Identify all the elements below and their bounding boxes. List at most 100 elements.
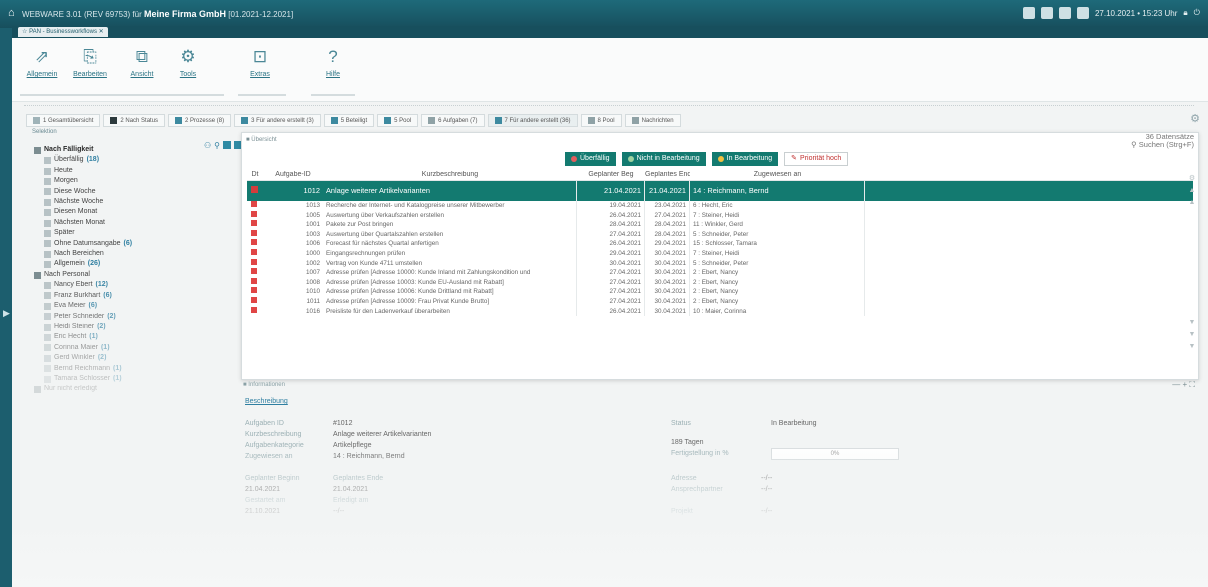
ribbon-tools[interactable]: ⚙ Tools bbox=[166, 46, 210, 78]
value-plan-end: 21.04.2021 bbox=[333, 486, 369, 493]
tree-item[interactable]: Allgemein (26) bbox=[34, 259, 132, 269]
col-end[interactable]: Geplantes End bbox=[645, 171, 690, 180]
expand-arrow-icon[interactable]: ▶ bbox=[3, 308, 10, 319]
folder-icon bbox=[44, 157, 51, 165]
col-id[interactable]: Aufgabe-ID bbox=[263, 171, 323, 180]
tab-icon bbox=[33, 117, 40, 124]
wtab-label: 6 Aufgaben (7) bbox=[438, 117, 478, 124]
wtab-6[interactable]: 5 Pool bbox=[377, 114, 419, 127]
ribbon-allgemein[interactable]: ⇗ Allgemein bbox=[20, 46, 64, 78]
table-row[interactable]: 1003 Auswertung über Quartalszahlen erste… bbox=[247, 229, 1193, 240]
tree-item[interactable]: Überfällig (18) bbox=[34, 155, 132, 165]
tree-item[interactable]: Später bbox=[34, 228, 132, 238]
wtab-5[interactable]: 5 Beteiligt bbox=[323, 114, 375, 127]
phone-icon[interactable] bbox=[1040, 7, 1053, 19]
list-icon[interactable] bbox=[223, 141, 232, 149]
cell-end: 30.04.2021 bbox=[645, 258, 690, 269]
tree-item[interactable]: Ohne Datumsangabe (6) bbox=[34, 239, 132, 249]
ribbon-bearbeiten[interactable]: ⎘ Bearbeiten bbox=[68, 46, 112, 78]
close-icon[interactable]: ✕ bbox=[99, 29, 104, 35]
tree-item[interactable]: Morgen bbox=[34, 176, 132, 186]
col-desc[interactable]: Kurzbeschreibung bbox=[323, 171, 577, 180]
tree-item[interactable]: Nur nicht erledigt bbox=[34, 384, 132, 394]
cell-id: 1012 bbox=[303, 186, 320, 195]
period: [01.2021-12.2021] bbox=[228, 10, 294, 19]
tree-item[interactable]: Peter Schneider (2) bbox=[34, 312, 132, 322]
tree-item[interactable]: Eva Meier (6) bbox=[34, 301, 132, 311]
table-row[interactable]: 1011 Adresse prüfen [Adresse 10009: Frau … bbox=[247, 296, 1193, 307]
tree-item[interactable]: Nancy Ebert (12) bbox=[34, 280, 132, 290]
table-row[interactable]: 1000 Eingangsrechnungen prüfen 29.04.2021 3… bbox=[247, 248, 1193, 259]
wtab-8[interactable]: 7 Für andere erstellt (36) bbox=[487, 114, 578, 127]
lock-icon[interactable]: 🔒︎ bbox=[1183, 8, 1187, 18]
tree-item[interactable]: Diese Woche bbox=[34, 187, 132, 197]
info-tools[interactable]: — + ⛶ bbox=[1172, 380, 1195, 390]
selection-header: Selektion bbox=[32, 129, 57, 135]
tab-pan[interactable]: ☆ PAN - Businessworkflows ✕ bbox=[18, 27, 108, 37]
wtab-2[interactable]: 2 Nach Status bbox=[103, 114, 166, 127]
left-collapse-bar[interactable]: ▶ bbox=[0, 28, 12, 587]
cell-begin: 27.04.2021 bbox=[577, 296, 645, 307]
cell-assigned: 10 : Maier, Corinna bbox=[690, 306, 865, 317]
cell-id: 1007 bbox=[305, 269, 320, 277]
search-link[interactable]: ⚲ Suchen (Strg+F) bbox=[1131, 141, 1194, 149]
table-scrollbar[interactable]: ⚙ ▲ ▲ ▼ ▼ ▼ bbox=[1188, 173, 1196, 373]
chat-icon[interactable] bbox=[1058, 7, 1071, 19]
tree-item[interactable]: Nächste Woche bbox=[34, 197, 132, 207]
search-icon: ⚲ bbox=[1131, 140, 1137, 149]
col-begin[interactable]: Geplanter Beg bbox=[577, 171, 645, 180]
tree-item[interactable]: Diesen Monat bbox=[34, 207, 132, 217]
wtab-10[interactable]: Nachrichten bbox=[624, 114, 681, 127]
tree-item[interactable]: Tamara Schlosser (1) bbox=[34, 374, 132, 384]
settings-icon[interactable]: ⚙ bbox=[1190, 112, 1200, 125]
tree-item[interactable]: Nach Fälligkeit bbox=[34, 145, 132, 155]
tree-item[interactable]: Heute bbox=[34, 166, 132, 176]
calendar-icon[interactable] bbox=[1076, 7, 1089, 19]
cell-assigned: 2 : Ebert, Nancy bbox=[690, 268, 865, 278]
tree-item-label: Nancy Ebert bbox=[54, 281, 93, 289]
wtab-9[interactable]: 8 Pool bbox=[580, 114, 622, 127]
ribbon-extras[interactable]: ⊡ Extras bbox=[238, 46, 282, 78]
cell-assigned: 2 : Ebert, Nancy bbox=[690, 296, 865, 307]
table-row[interactable]: 1002 Vertrag von Kunde 4711 umstellen 30.0… bbox=[247, 258, 1193, 269]
table-row[interactable]: 1012 Anlage weiterer Artikelvarianten 21.0… bbox=[247, 181, 1193, 201]
table-row[interactable]: 1006 Forecast für nächstes Quartal anfert… bbox=[247, 239, 1193, 249]
col-dt[interactable]: Dt bbox=[247, 171, 263, 180]
tree-item[interactable]: Eric Hecht (1) bbox=[34, 332, 132, 342]
table-row[interactable]: 1008 Adresse prüfen [Adresse 10003: Kunde… bbox=[247, 277, 1193, 288]
table-row[interactable]: 1005 Auswertung über Verkaufszahlen erste… bbox=[247, 210, 1193, 221]
wtab-3[interactable]: 2 Prozesse (8) bbox=[168, 114, 232, 127]
tree-item[interactable]: Heidi Steiner (2) bbox=[34, 322, 132, 332]
ribbon-hilfe[interactable]: ? Hilfe bbox=[311, 46, 355, 78]
wtab-1[interactable]: 1 Gesamtübersicht bbox=[26, 114, 101, 127]
filter-priority-high[interactable]: ✎ Priorität hoch bbox=[784, 152, 849, 166]
wtab-label: 1 Gesamtübersicht bbox=[43, 117, 94, 124]
tree-item[interactable]: Nach Personal bbox=[34, 270, 132, 280]
tree-item[interactable]: Nach Bereichen bbox=[34, 249, 132, 259]
col-assigned[interactable]: Zugewiesen an bbox=[690, 171, 865, 180]
search-icon[interactable]: ⚲ bbox=[214, 141, 220, 150]
ribbon-ansicht[interactable]: ⧉ Ansicht bbox=[120, 46, 164, 78]
tree-item[interactable]: Bernd Reichmann (1) bbox=[34, 364, 132, 374]
label-desc: Kurzbeschreibung bbox=[245, 431, 302, 438]
wtab-7[interactable]: 6 Aufgaben (7) bbox=[421, 114, 485, 127]
home-icon[interactable]: ⌂ bbox=[8, 7, 15, 19]
table-row[interactable]: 1016 Preisliste für den Ladenverkauf über… bbox=[247, 306, 1193, 317]
table-row[interactable]: 1010 Adresse prüfen [Adresse 10006: Kunde… bbox=[247, 287, 1193, 297]
tree-item[interactable]: Corinna Maier (1) bbox=[34, 343, 132, 353]
tools-icon[interactable]: ⚇ bbox=[204, 141, 211, 150]
cell-end: 30.04.2021 bbox=[645, 268, 690, 278]
table-row[interactable]: 1007 Adresse prüfen [Adresse 10000: Kunde… bbox=[247, 268, 1193, 278]
power-icon[interactable]: ⏻ bbox=[1194, 8, 1200, 18]
tab-description[interactable]: Beschreibung bbox=[245, 398, 288, 405]
notes-icon[interactable] bbox=[1022, 7, 1035, 19]
tree-item[interactable]: Franz Burkhart (6) bbox=[34, 291, 132, 301]
table-row[interactable]: 1013 Recherche der Internet- und Katalogp… bbox=[247, 201, 1193, 211]
wtab-4[interactable]: 3 Für andere erstellt (3) bbox=[234, 114, 321, 127]
filter-not-in-progress[interactable]: Nicht in Bearbeitung bbox=[621, 152, 706, 166]
filter-overdue[interactable]: Überfällig bbox=[565, 152, 616, 166]
tree-item[interactable]: Gerd Winkler (2) bbox=[34, 353, 132, 363]
filter-in-progress[interactable]: In Bearbeitung bbox=[711, 152, 779, 166]
table-row[interactable]: 1001 Pakete zur Post bringen 28.04.2021 28.… bbox=[247, 220, 1193, 230]
tree-item[interactable]: Nächsten Monat bbox=[34, 218, 132, 228]
